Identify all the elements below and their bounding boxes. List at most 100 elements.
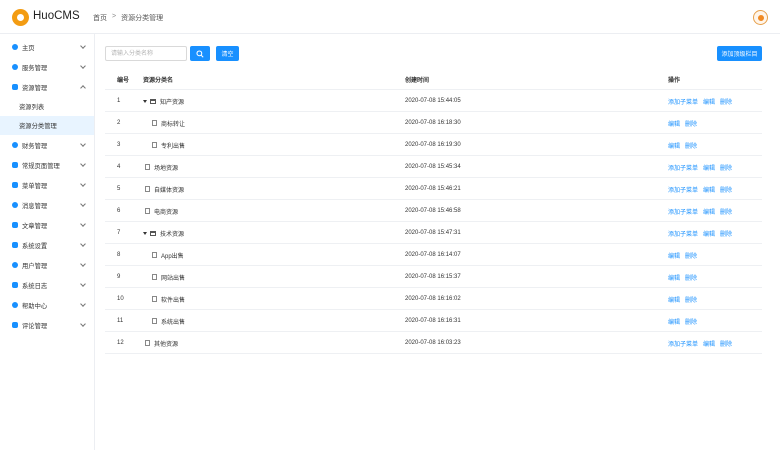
add-child-link[interactable]: 添加子菜单 bbox=[668, 185, 698, 194]
delete-link[interactable]: 删除 bbox=[685, 295, 697, 304]
file-icon bbox=[152, 296, 157, 302]
delete-link[interactable]: 删除 bbox=[685, 141, 697, 150]
row-no: 8 bbox=[117, 252, 121, 258]
sidebar-item-label: 文章管理 bbox=[22, 222, 48, 230]
row-name-cell: 其他资源 bbox=[145, 332, 178, 354]
edit-link[interactable]: 编辑 bbox=[703, 339, 715, 348]
row-time: 2020-07-08 15:47:31 bbox=[405, 230, 461, 236]
edit-link[interactable]: 编辑 bbox=[703, 207, 715, 216]
app-title: HuoCMS bbox=[33, 10, 80, 22]
sidebar-item-home[interactable]: 主页 bbox=[0, 37, 94, 57]
sidebar-item-users[interactable]: 用户管理 bbox=[0, 255, 94, 275]
delete-link[interactable]: 删除 bbox=[720, 163, 732, 172]
expand-caret-icon[interactable] bbox=[143, 231, 147, 235]
sidebar-item-articles[interactable]: 文章管理 bbox=[0, 215, 94, 235]
add-child-link[interactable]: 添加子菜单 bbox=[668, 229, 698, 238]
sidebar-subitem-resource-category[interactable]: 资源分类管理 bbox=[0, 116, 94, 135]
sidebar-item-settings[interactable]: 系统设置 bbox=[0, 235, 94, 255]
settings-icon bbox=[12, 242, 18, 248]
edit-link[interactable]: 编辑 bbox=[703, 163, 715, 172]
top-header: HuoCMS 首页 > 资源分类管理 bbox=[0, 0, 780, 34]
sidebar: 主页 服务管理 资源管理 资源列表 资源分类管理 财务管理 常规页面管理 菜单管… bbox=[0, 34, 95, 450]
edit-link[interactable]: 编辑 bbox=[668, 317, 680, 326]
sidebar-item-messages[interactable]: 消息管理 bbox=[0, 195, 94, 215]
sidebar-item-label: 资源管理 bbox=[22, 84, 48, 92]
edit-link[interactable]: 编辑 bbox=[668, 119, 680, 128]
message-icon bbox=[12, 202, 18, 208]
row-name-cell: 自媒体资源 bbox=[145, 178, 184, 200]
edit-link[interactable]: 编辑 bbox=[668, 295, 680, 304]
category-search-input[interactable] bbox=[105, 46, 187, 61]
sidebar-item-resources[interactable]: 资源管理 bbox=[0, 77, 94, 97]
edit-link[interactable]: 编辑 bbox=[703, 97, 715, 106]
sidebar-item-comments[interactable]: 评论管理 bbox=[0, 315, 94, 335]
table-row: 7 技术资源 2020-07-08 15:47:31 添加子菜单 编辑 删除 bbox=[105, 222, 762, 244]
search-button[interactable] bbox=[190, 46, 210, 61]
huocms-logo-icon[interactable] bbox=[12, 9, 29, 26]
edit-link[interactable]: 编辑 bbox=[668, 273, 680, 282]
sidebar-item-logs[interactable]: 系统日志 bbox=[0, 275, 94, 295]
user-avatar[interactable] bbox=[753, 10, 768, 25]
sidebar-item-help[interactable]: 帮助中心 bbox=[0, 295, 94, 315]
delete-link[interactable]: 删除 bbox=[720, 185, 732, 194]
row-time: 2020-07-08 15:44:05 bbox=[405, 98, 461, 104]
breadcrumb: 首页 > 资源分类管理 bbox=[93, 13, 163, 23]
add-child-link[interactable]: 添加子菜单 bbox=[668, 339, 698, 348]
article-icon bbox=[12, 222, 18, 228]
delete-link[interactable]: 删除 bbox=[685, 317, 697, 326]
delete-link[interactable]: 删除 bbox=[720, 97, 732, 106]
sidebar-item-finance[interactable]: 财务管理 bbox=[0, 135, 94, 155]
header-op: 操作 bbox=[668, 77, 681, 84]
delete-link[interactable]: 删除 bbox=[720, 229, 732, 238]
add-top-category-button[interactable]: 添加顶级栏目 bbox=[717, 46, 762, 61]
edit-link[interactable]: 编辑 bbox=[668, 141, 680, 150]
row-no: 2 bbox=[117, 120, 121, 126]
delete-link[interactable]: 删除 bbox=[685, 119, 697, 128]
resource-icon bbox=[12, 84, 18, 90]
row-name: 知产资源 bbox=[160, 99, 185, 106]
row-name: 技术资源 bbox=[160, 231, 185, 238]
row-actions: 编辑 删除 bbox=[668, 112, 697, 134]
delete-link[interactable]: 删除 bbox=[685, 273, 697, 282]
row-no: 4 bbox=[117, 164, 121, 170]
chevron-down-icon bbox=[80, 161, 86, 167]
chevron-down-icon bbox=[80, 181, 86, 187]
delete-link[interactable]: 删除 bbox=[720, 339, 732, 348]
row-time: 2020-07-08 16:16:02 bbox=[405, 296, 461, 302]
add-child-link[interactable]: 添加子菜单 bbox=[668, 207, 698, 216]
header-no: 编号 bbox=[117, 77, 130, 84]
row-actions: 编辑 删除 bbox=[668, 134, 697, 156]
row-actions: 添加子菜单 编辑 删除 bbox=[668, 200, 732, 222]
sidebar-item-menus[interactable]: 菜单管理 bbox=[0, 175, 94, 195]
clear-button[interactable]: 清空 bbox=[216, 46, 239, 61]
edit-link[interactable]: 编辑 bbox=[703, 185, 715, 194]
table-row: 11 系统出售 2020-07-08 16:16:31 编辑 删除 bbox=[105, 310, 762, 332]
row-actions: 添加子菜单 编辑 删除 bbox=[668, 178, 732, 200]
row-time: 2020-07-08 15:45:34 bbox=[405, 164, 461, 170]
sidebar-item-pages[interactable]: 常规页面管理 bbox=[0, 155, 94, 175]
sidebar-item-label: 用户管理 bbox=[22, 262, 48, 270]
edit-link[interactable]: 编辑 bbox=[668, 251, 680, 260]
row-no: 10 bbox=[117, 296, 124, 302]
breadcrumb-home[interactable]: 首页 bbox=[93, 13, 107, 23]
delete-link[interactable]: 删除 bbox=[685, 251, 697, 260]
row-name: 自媒体资源 bbox=[154, 187, 185, 194]
row-name: 商标转让 bbox=[161, 121, 186, 128]
edit-link[interactable]: 编辑 bbox=[703, 229, 715, 238]
chevron-down-icon bbox=[80, 201, 86, 207]
menu-icon bbox=[12, 182, 18, 188]
add-child-link[interactable]: 添加子菜单 bbox=[668, 163, 698, 172]
expand-caret-icon[interactable] bbox=[143, 99, 147, 103]
chevron-down-icon bbox=[80, 261, 86, 267]
search-icon bbox=[196, 49, 204, 58]
file-icon bbox=[152, 318, 157, 324]
chevron-down-icon bbox=[80, 281, 86, 287]
sidebar-subitem-resource-list[interactable]: 资源列表 bbox=[0, 97, 94, 116]
row-name: 网站出售 bbox=[161, 275, 186, 282]
sidebar-item-label: 帮助中心 bbox=[22, 302, 48, 310]
delete-link[interactable]: 删除 bbox=[720, 207, 732, 216]
chevron-down-icon bbox=[80, 221, 86, 227]
add-child-link[interactable]: 添加子菜单 bbox=[668, 97, 698, 106]
sidebar-item-services[interactable]: 服务管理 bbox=[0, 57, 94, 77]
row-name-cell: 网站出售 bbox=[152, 266, 185, 288]
